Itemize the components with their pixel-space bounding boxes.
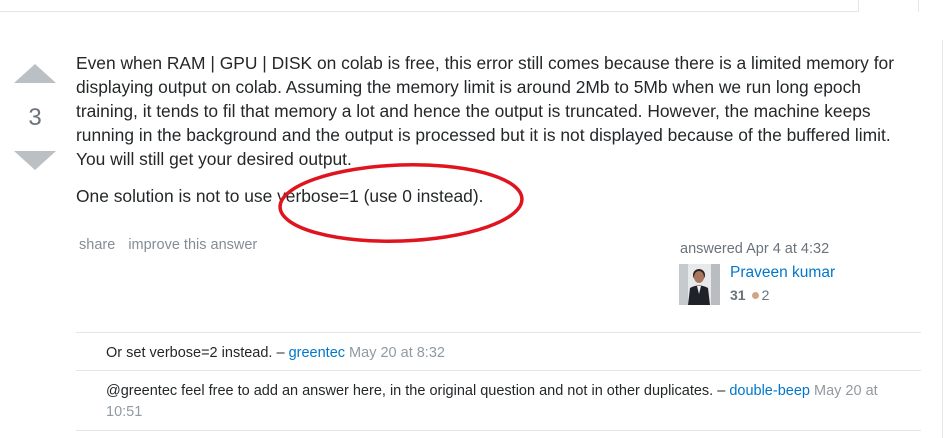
comment-text: Or set verbose=2 instead.	[106, 345, 273, 361]
user-flair: 31 2	[730, 287, 769, 303]
downvote-arrow-icon[interactable]	[14, 151, 56, 170]
divider	[942, 40, 943, 438]
avatar[interactable]	[679, 264, 720, 305]
comment-user-link[interactable]: double-beep	[729, 383, 810, 399]
comment-user-link[interactable]: greentec	[289, 345, 345, 361]
answered-timestamp: answered Apr 4 at 4:32	[680, 241, 830, 257]
share-link[interactable]: share	[79, 237, 115, 253]
comment-text: @greentec feel free to add an answer her…	[106, 383, 714, 399]
answer-paragraph: Even when RAM | GPU | DISK on colab is f…	[76, 53, 894, 169]
post-menu: share improve this answer	[79, 237, 266, 253]
comment-date: May 20 at 8:32	[349, 345, 445, 361]
comment-separator: –	[713, 383, 730, 399]
improve-answer-link[interactable]: improve this answer	[128, 237, 257, 253]
comments-list: Or set verbose=2 instead. – greentec May…	[76, 332, 921, 431]
previous-post-box	[0, 0, 859, 12]
upvote-arrow-icon[interactable]	[14, 64, 56, 83]
comment-separator: –	[272, 345, 289, 361]
comment: Or set verbose=2 instead. – greentec May…	[76, 333, 921, 371]
user-photo-icon	[679, 264, 720, 305]
divider	[918, 0, 919, 12]
answer-paragraph: One solution is not to use verbose=1 (us…	[76, 186, 484, 206]
user-name-link[interactable]: Praveen kumar	[730, 264, 835, 282]
answer-body: Even when RAM | GPU | DISK on colab is f…	[76, 51, 916, 221]
reputation-score: 31	[730, 287, 746, 303]
vote-count: 3	[28, 104, 42, 131]
comment: @greentec feel free to add an answer her…	[76, 371, 921, 431]
bronze-badge-count: 2	[761, 287, 770, 303]
bronze-badge-icon	[751, 292, 759, 299]
